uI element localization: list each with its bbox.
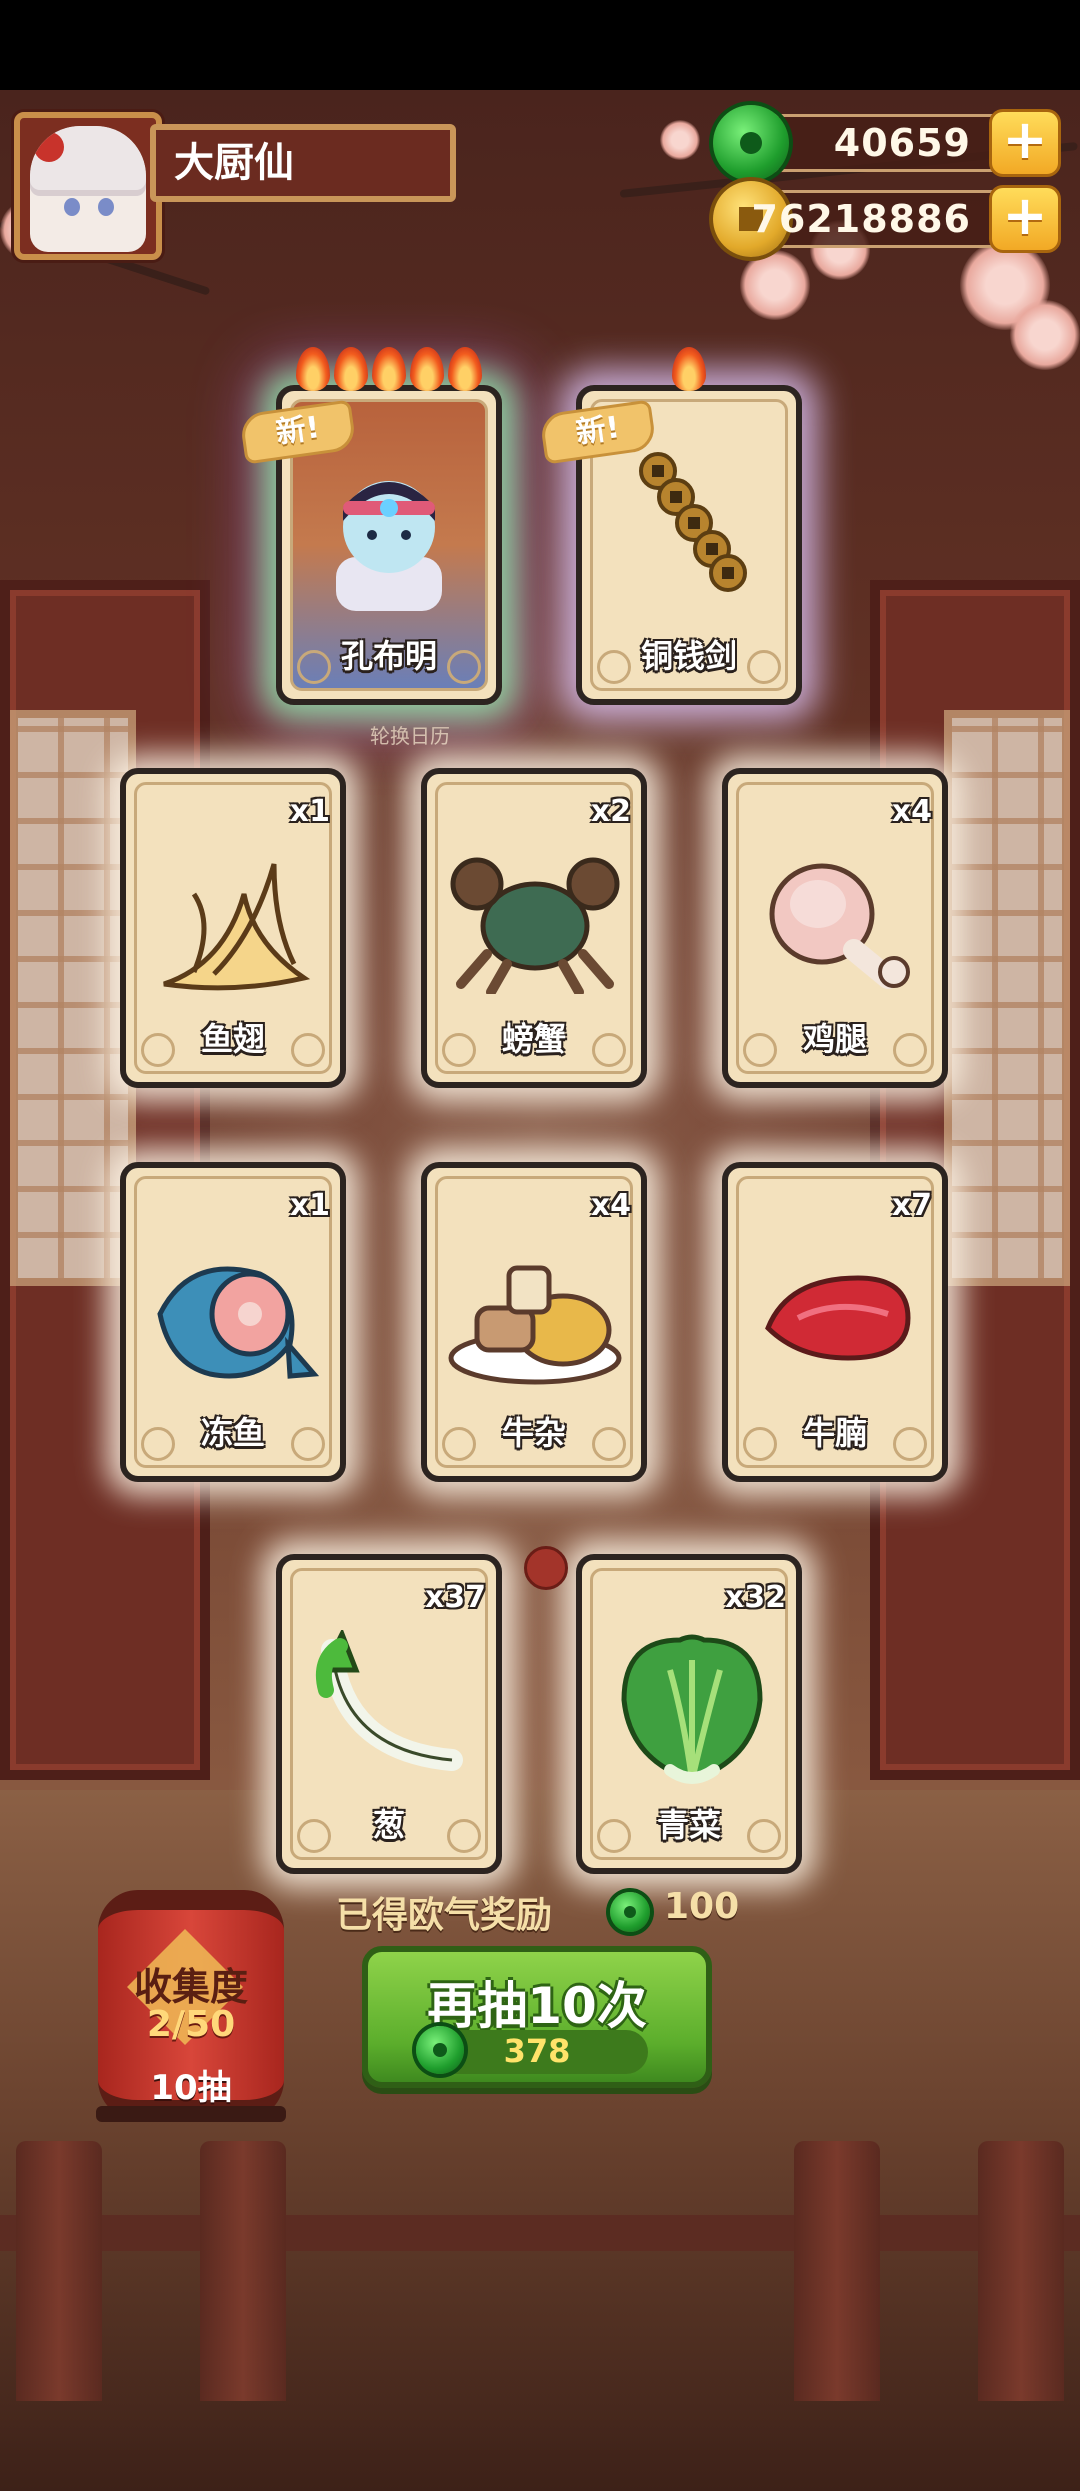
flame-icon [672, 347, 706, 391]
item-card[interactable]: x2 螃蟹 [421, 768, 647, 1088]
item-card[interactable]: x37 葱 [276, 1554, 502, 1874]
jade-icon [713, 105, 789, 181]
beef-brisket-icon [765, 1275, 911, 1361]
window-lattice-left [10, 710, 136, 1286]
coin-currency: 76218886 + [713, 181, 1061, 257]
item-card[interactable]: x32 青菜 [576, 1554, 802, 1874]
item-card[interactable]: x4 牛杂 [421, 1162, 647, 1482]
draw-again-button[interactable]: 再抽10次 378 [362, 1946, 712, 2088]
coin-sword-icon [639, 452, 747, 592]
blossom [660, 120, 700, 160]
collection-progress: 2/50 [146, 2004, 236, 2045]
star-flames [582, 347, 796, 395]
item-count: x1 [289, 1188, 330, 1223]
item-name: 鸡腿 [802, 1020, 867, 1058]
player-name: 大厨仙 [150, 124, 456, 202]
bok-choy-icon [621, 1634, 763, 1784]
item-name: 冻鱼 [200, 1414, 265, 1452]
avatar-portrait [30, 126, 146, 252]
item-name: 葱 [372, 1806, 405, 1844]
frozen-fish-icon [157, 1266, 320, 1379]
item-name: 螃蟹 [501, 1020, 566, 1058]
card-name: 铜钱剑 [640, 637, 737, 675]
item-count: x1 [289, 794, 330, 829]
reward-card-weapon[interactable]: 新! 铜钱剑 [539, 347, 802, 705]
coin-amount: 76218886 [751, 197, 971, 241]
item-card[interactable]: x7 牛腩 [722, 1162, 948, 1482]
item-count: x2 [590, 794, 631, 829]
chicken-leg-icon [769, 863, 910, 989]
item-name: 牛杂 [501, 1414, 566, 1452]
item-card[interactable]: x1 冻鱼 [120, 1162, 346, 1482]
item-count: x37 [424, 1580, 486, 1615]
item-name: 牛腩 [802, 1414, 867, 1452]
item-name: 青菜 [656, 1806, 721, 1844]
item-card[interactable]: x1 鱼翅 [120, 768, 346, 1088]
character-portrait [336, 481, 442, 611]
status-bar [0, 0, 1080, 90]
flame-icon [410, 347, 444, 391]
scallion-icon [315, 1630, 463, 1771]
draw-label: 再抽10次 [427, 1977, 647, 2035]
railing [0, 2215, 1080, 2251]
reward-card-character[interactable]: 新! 孔布明 [239, 347, 502, 705]
player-avatar[interactable] [14, 112, 162, 260]
window-lattice-right [944, 710, 1070, 1286]
beef-offal-icon [448, 1265, 622, 1385]
collection-lantern[interactable]: 收集度 2/50 10抽 [98, 1890, 284, 2120]
collection-note: 10抽 [150, 2068, 232, 2108]
blossom [1010, 300, 1080, 370]
flame-icon [448, 347, 482, 391]
decorative-knot [524, 1546, 568, 1590]
item-count: x4 [590, 1188, 631, 1223]
draw-cost: 378 [416, 2026, 648, 2074]
flame-icon [334, 347, 368, 391]
add-coin-button[interactable]: + [989, 185, 1061, 253]
rotation-calendar-label: 轮换日历 [370, 724, 450, 748]
draw-cost-value: 378 [503, 2032, 571, 2070]
flame-icon [372, 347, 406, 391]
collection-title: 收集度 [133, 1965, 248, 2009]
item-count: x32 [724, 1580, 786, 1615]
item-count: x4 [891, 794, 932, 829]
reward-label: 已得欧气奖励 [336, 1895, 553, 1936]
lantern-stand [96, 2106, 286, 2122]
item-count: x7 [891, 1188, 932, 1223]
jade-icon [610, 1892, 650, 1932]
item-name: 鱼翅 [200, 1020, 265, 1058]
crab-icon [450, 857, 620, 994]
flame-icon [296, 347, 330, 391]
shark-fin-icon [163, 863, 311, 991]
star-flames [282, 347, 496, 395]
blossom [740, 250, 810, 320]
item-card[interactable]: x4 鸡腿 [722, 768, 948, 1088]
add-jade-button[interactable]: + [989, 109, 1061, 177]
jade-currency: 40659 + [713, 105, 1061, 181]
reward-value: 100 [664, 1886, 740, 1927]
jade-amount: 40659 [833, 121, 971, 165]
card-name: 孔布明 [340, 637, 437, 675]
